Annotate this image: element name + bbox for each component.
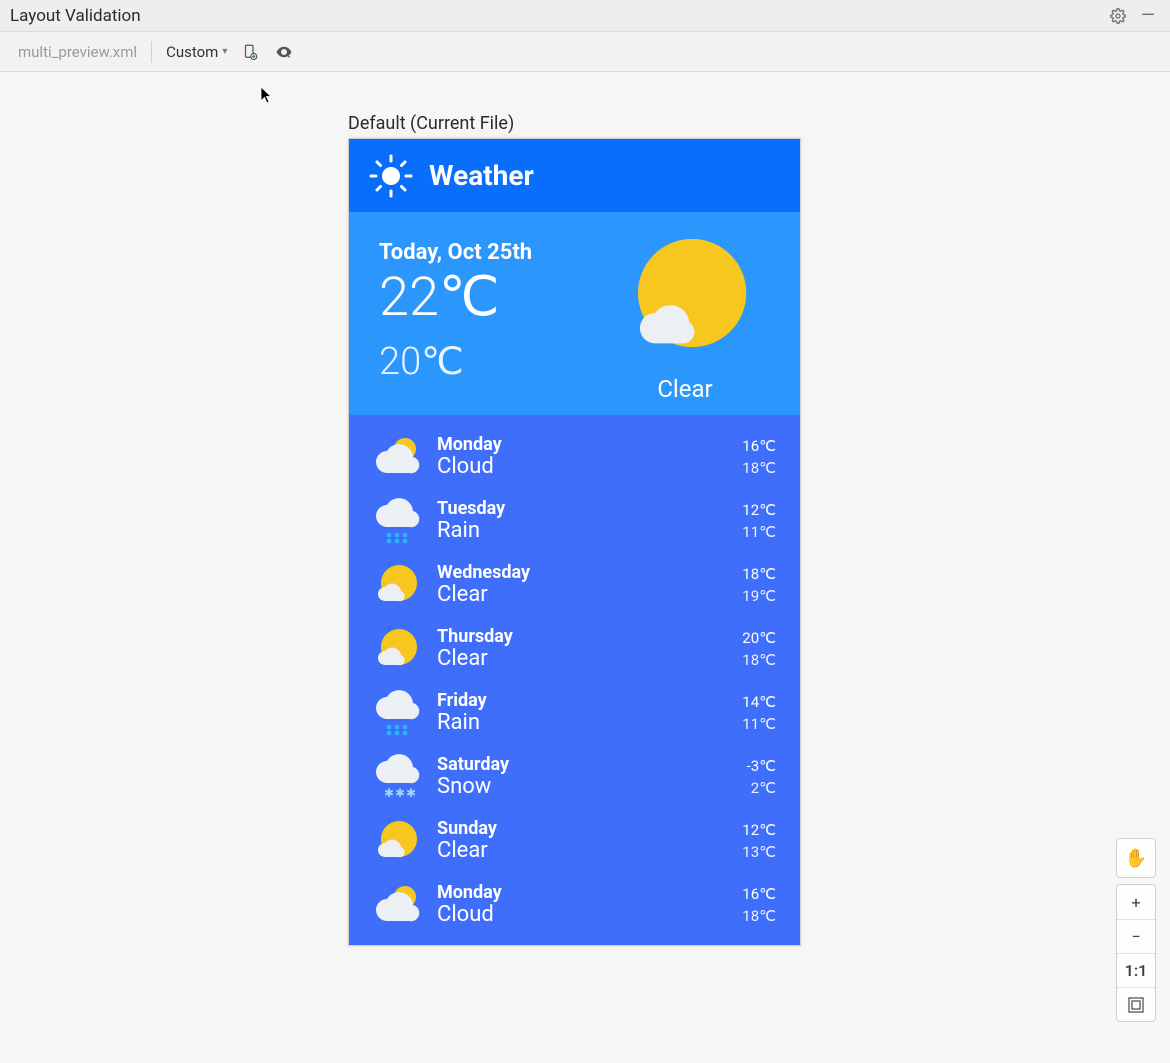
device-dropdown-label: Custom [166,43,218,61]
chevron-down-icon: ▾ [222,46,227,57]
today-temp-low: 20℃ [379,339,600,384]
forecast-row[interactable]: ✱✱✱SaturdaySnow-3℃2℃ [373,745,776,809]
preview-canvas[interactable]: Default (Current File) [0,72,1170,1063]
forecast-day: Tuesday [437,499,700,519]
sun-icon [367,152,415,200]
forecast-temp-high: 14℃ [716,693,776,711]
forecast-temp-low: 2℃ [716,779,776,797]
forecast-row[interactable]: MondayCloud 16℃ 18℃ [373,873,776,937]
weather-clear-icon [373,625,421,673]
today-date: Today, Oct 25th [379,240,600,265]
forecast-temp-low: 13℃ [716,843,776,861]
device-dropdown[interactable]: Custom ▾ [166,43,227,61]
forecast-temp-low: 11℃ [716,523,776,541]
forecast-day: Monday [437,883,700,903]
forecast-row[interactable]: MondayCloud 16℃ 18℃ [373,425,776,489]
pan-button[interactable]: ✋ [1116,838,1156,878]
forecast-temp-high: 16℃ [716,437,776,455]
forecast-condition: Rain [437,519,700,543]
forecast-condition: Clear [437,839,700,863]
forecast-day: Wednesday [437,563,700,583]
zoom-in-button[interactable]: + [1117,885,1155,919]
fit-to-screen-icon [1128,997,1144,1013]
forecast-condition: Clear [437,583,700,607]
weather-clear-icon [373,817,421,865]
zoom-fit-button[interactable] [1117,987,1155,1021]
forecast-temp-low: 18℃ [716,651,776,669]
forecast-day: Thursday [437,627,700,647]
app-bar: Weather [349,139,800,212]
forecast-temp-high: 16℃ [716,885,776,903]
filename-label: multi_preview.xml [18,43,137,61]
forecast-condition: Cloud [437,455,700,479]
forecast-temp-low: 18℃ [716,907,776,925]
svg-text:✱: ✱ [384,786,394,800]
separator [151,41,152,63]
forecast-day: Monday [437,435,700,455]
forecast-condition: Snow [437,775,700,799]
weather-cloud-sun-icon [373,433,421,481]
zoom-out-button[interactable]: − [1117,919,1155,953]
gear-icon[interactable] [1106,8,1130,24]
today-condition: Clear [657,375,712,403]
hand-icon: ✋ [1125,848,1147,869]
visibility-icon[interactable] [275,43,295,61]
forecast-condition: Rain [437,711,700,735]
weather-cloud-sun-icon [373,881,421,929]
weather-snow-icon: ✱✱✱ [373,753,421,801]
forecast-day: Saturday [437,755,700,775]
forecast-temp-high: 12℃ [716,821,776,839]
weather-app-root: Weather Today, Oct 25th 22℃ 20℃ Clear [349,139,800,945]
forecast-temp-low: 19℃ [716,587,776,605]
panel-title-bar: Layout Validation — [0,0,1170,32]
weather-rain-icon [373,689,421,737]
app-title: Weather [429,159,534,192]
forecast-condition: Clear [437,647,700,671]
preview-label: Default (Current File) [348,113,514,134]
forecast-day: Sunday [437,819,700,839]
minimize-button[interactable]: — [1136,5,1160,26]
today-pane: Today, Oct 25th 22℃ 20℃ Clear [349,212,800,415]
forecast-row[interactable]: FridayRain 14℃ 11℃ [373,681,776,745]
svg-text:✱: ✱ [395,786,405,800]
svg-text:✱: ✱ [406,786,416,800]
toolbar: multi_preview.xml Custom ▾ [0,32,1170,72]
weather-clear-icon [373,561,421,609]
forecast-temp-high: -3℃ [716,757,776,775]
today-temp-high: 22℃ [379,271,600,325]
forecast-temp-high: 20℃ [716,629,776,647]
forecast-list: MondayCloud16℃18℃TuesdayRain12℃11℃Wednes… [349,415,800,945]
forecast-row[interactable]: TuesdayRain 12℃ 11℃ [373,489,776,553]
panel-title: Layout Validation [10,6,1106,26]
minus-icon: − [1131,927,1140,946]
forecast-row[interactable]: WednesdayClear 18℃ 19℃ [373,553,776,617]
cursor-icon [260,86,274,104]
forecast-row[interactable]: SundayClear 12℃ 13℃ [373,809,776,873]
add-device-icon[interactable] [241,43,261,61]
forecast-day: Friday [437,691,700,711]
zoom-toolbar: ✋ + − 1:1 [1116,838,1156,1022]
plus-icon: + [1131,893,1140,912]
forecast-condition: Cloud [437,903,700,927]
forecast-temp-high: 12℃ [716,501,776,519]
forecast-temp-high: 18℃ [716,565,776,583]
phone-preview[interactable]: Weather Today, Oct 25th 22℃ 20℃ Clear [348,138,801,946]
forecast-row[interactable]: ThursdayClear 20℃ 18℃ [373,617,776,681]
zoom-actual-button[interactable]: 1:1 [1117,953,1155,987]
sun-cloud-icon [618,236,753,369]
forecast-temp-low: 18℃ [716,459,776,477]
weather-rain-icon [373,497,421,545]
forecast-temp-low: 11℃ [716,715,776,733]
